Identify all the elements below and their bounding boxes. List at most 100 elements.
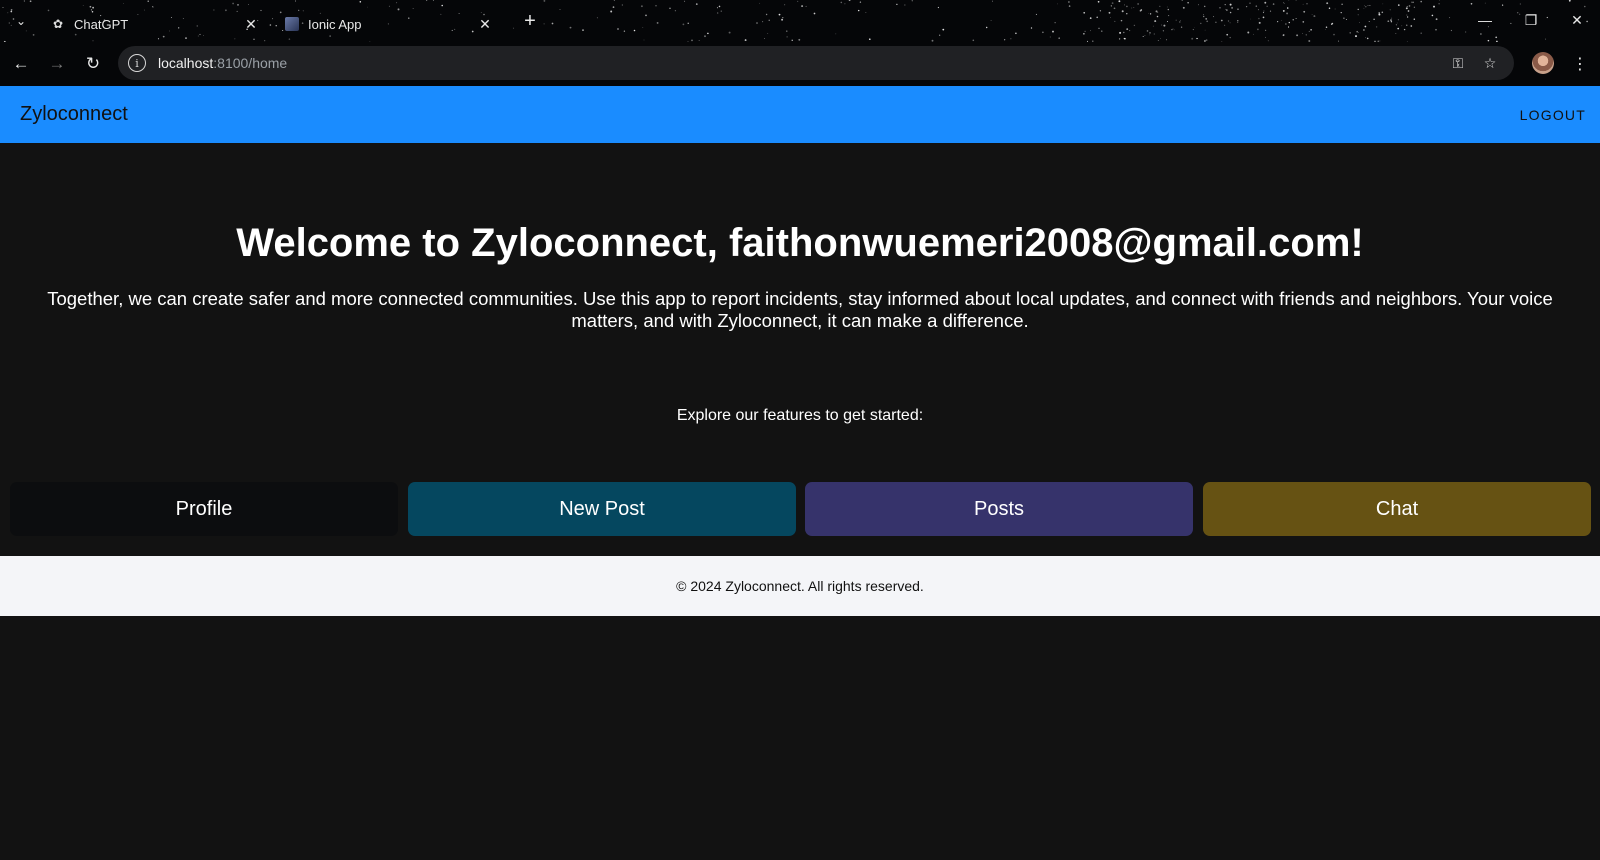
star — [1180, 20, 1181, 21]
star — [1420, 0, 1422, 3]
new-post-button[interactable]: New Post — [408, 482, 796, 536]
minimize-icon[interactable]: — — [1470, 8, 1500, 32]
star — [1049, 36, 1051, 38]
star — [813, 12, 816, 15]
star — [1052, 30, 1054, 33]
browser-tab-ionic-app[interactable]: Ionic App ✕ — [274, 6, 504, 42]
star — [1325, 26, 1328, 28]
star — [1172, 28, 1174, 30]
star — [1167, 21, 1168, 22]
star — [765, 13, 768, 16]
url-host: localhost — [158, 55, 214, 71]
star — [1262, 11, 1265, 14]
window-close-icon[interactable]: ✕ — [1562, 8, 1592, 32]
star — [1229, 11, 1232, 14]
star — [1245, 5, 1248, 8]
star — [805, 5, 807, 7]
star — [1162, 30, 1165, 32]
star — [1413, 18, 1416, 20]
address-bar[interactable]: i localhost:8100/home ⚿ ☆ — [118, 46, 1514, 80]
star — [1450, 29, 1452, 32]
star — [656, 21, 659, 24]
site-info-icon[interactable]: i — [128, 54, 146, 72]
star — [1265, 29, 1267, 31]
star — [1054, 22, 1056, 24]
star — [1160, 38, 1161, 39]
star — [1197, 4, 1200, 6]
star — [1310, 28, 1312, 31]
star — [1395, 33, 1397, 34]
forward-arrow-icon[interactable]: → — [44, 51, 70, 77]
star — [1154, 20, 1157, 23]
star — [29, 0, 32, 3]
star — [1137, 3, 1139, 5]
reload-icon[interactable]: ↻ — [80, 51, 106, 77]
logout-button[interactable]: LOGOUT — [1520, 107, 1586, 123]
star — [1311, 13, 1313, 15]
star — [1224, 3, 1226, 6]
star — [359, 1, 362, 3]
star — [1519, 3, 1521, 5]
star — [1406, 16, 1409, 18]
app-header: Zyloconnect LOGOUT — [0, 86, 1600, 143]
posts-button[interactable]: Posts — [805, 482, 1193, 536]
star — [640, 5, 643, 8]
star — [1155, 10, 1158, 13]
tab-title: ChatGPT — [74, 16, 129, 32]
star — [756, 22, 758, 24]
star — [1363, 7, 1365, 9]
browser-menu-icon[interactable]: ⋮ — [1570, 52, 1590, 76]
star — [1546, 16, 1548, 19]
star — [642, 27, 644, 28]
star — [432, 0, 434, 1]
star — [1090, 30, 1091, 32]
star — [1330, 23, 1333, 25]
star — [1406, 24, 1408, 26]
star — [1015, 32, 1017, 35]
star — [1397, 4, 1400, 6]
chat-button[interactable]: Chat — [1203, 482, 1591, 536]
bookmark-star-icon[interactable]: ☆ — [1480, 53, 1500, 73]
close-icon[interactable]: ✕ — [476, 15, 494, 33]
browser-tab-chatgpt[interactable]: ✿ ChatGPT ✕ — [40, 6, 270, 42]
star — [1191, 37, 1194, 40]
profile-button[interactable]: Profile — [10, 482, 398, 536]
app-title: Zyloconnect — [20, 103, 128, 125]
star — [717, 12, 719, 14]
star — [991, 0, 994, 2]
star — [1378, 13, 1381, 16]
star — [569, 26, 572, 29]
back-arrow-icon[interactable]: ← — [8, 51, 34, 77]
star — [1123, 31, 1125, 34]
star — [2, 7, 4, 9]
star — [1253, 33, 1254, 35]
star — [1407, 10, 1410, 12]
tab-search-chevron-icon[interactable]: ⌄ — [10, 10, 32, 32]
restore-icon[interactable]: ❐ — [1516, 8, 1546, 32]
star — [1433, 5, 1435, 8]
star — [1206, 20, 1209, 23]
star — [904, 4, 906, 6]
star — [1281, 20, 1283, 21]
star — [782, 16, 784, 19]
password-key-icon[interactable]: ⚿ — [1448, 53, 1468, 73]
star — [1113, 7, 1116, 10]
star — [513, 27, 515, 29]
url-text[interactable]: localhost:8100/home — [158, 55, 287, 71]
star — [1355, 35, 1357, 38]
star — [1126, 28, 1129, 30]
star — [1406, 14, 1408, 16]
star — [840, 1, 843, 4]
star — [764, 38, 765, 39]
intro-paragraph: Together, we can create safer and more c… — [47, 288, 1553, 331]
star — [1365, 5, 1367, 8]
welcome-heading: Welcome to Zyloconnect, faithonwuemeri20… — [236, 221, 1364, 265]
star — [1387, 20, 1390, 23]
new-tab-plus-icon[interactable]: + — [518, 9, 542, 33]
profile-avatar[interactable] — [1532, 52, 1554, 74]
star — [1381, 11, 1384, 14]
star — [272, 18, 274, 20]
star — [1126, 13, 1128, 15]
close-icon[interactable]: ✕ — [242, 15, 260, 33]
star — [1149, 32, 1151, 34]
